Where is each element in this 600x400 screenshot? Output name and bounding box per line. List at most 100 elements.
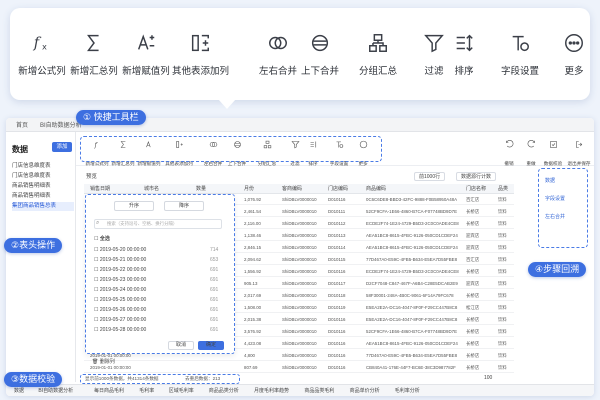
filter-confirm-button[interactable]: 确定 [198,341,224,350]
table-cell: E5EA2E2A-DC16-4047-8F0F-F29CC447B8C8 [366,317,458,322]
filter-value-count: 691 [210,307,219,313]
sheet-tab[interactable]: 月度毛利率趋势 [254,387,289,394]
table-cell: ShiDBLV0000010 [282,245,317,250]
add-assign-column-button[interactable]: 新增赋值列 [118,32,174,79]
filter-value-checkbox[interactable]: ☐ 2019-05-24 00:00:00 [94,287,146,293]
filter-value-label: 2019-05-27 00:00:00 [99,317,147,323]
step-item-data[interactable]: 数据 [545,177,555,184]
col-store-name[interactable]: 门店名称 [466,185,486,192]
table-cell: 52CF9CFA-1E66-4860-B7CA-F07748BD9D7E [366,329,458,334]
page-size-select[interactable]: 100 [484,375,492,381]
col-city[interactable]: 城市名 [144,185,159,192]
table-cell: 1,138.46 [244,233,262,238]
exit-save-label: 退出并保存 [567,161,591,166]
filter-search-input[interactable]: 搜索（支持逗号、空格、换行分隔） [94,219,222,229]
col-quantity[interactable]: 数量 [196,185,206,192]
table-cell: ShiDBLV0000010 [282,221,317,226]
table-cell: 58F30001-248A-4B0C-9061-6F14A79FC678 [366,293,454,298]
fx-icon: fx [33,35,47,52]
filter-cancel-button[interactable]: 取消 [168,341,194,350]
add-formula-column-button[interactable]: fx 新增公式列 [14,32,70,79]
sheet-tab[interactable]: 毛利率分析 [395,387,420,394]
filter-value-checkbox[interactable]: ☐ 2019-05-26 00:00:00 [94,307,146,313]
tab-home[interactable]: 首页 [16,120,28,129]
sidebar-item-store-dim-1[interactable]: 门店信息维度表 [12,162,74,171]
sidebar-item-store-dim-2[interactable]: 门店信息维度表 [12,172,74,181]
filter-value-label: 2019-05-25 00:00:00 [99,297,147,303]
sidebar-item-sales-detail-1[interactable]: 商品销售明细表 [12,182,74,191]
sheet-tab[interactable]: 毛利率 [139,387,154,394]
table-row[interactable]: 2019-01-01 00:00:00 807.69 ShiDBLV0000010 D… [84,363,514,373]
col-product-code[interactable]: 商品编码 [366,185,386,192]
sheet-tab[interactable]: 商品品类毛利 [304,387,334,394]
filter-value-checkbox[interactable]: ☐ 2019-05-20 00:00:00 [94,247,146,253]
table-cell: ShiDBLV0000010 [282,341,317,346]
table-cell: 长桥店 [466,353,480,358]
more-button[interactable]: 更多 [546,32,600,79]
remove-column-button[interactable]: 🗑 删除列 [92,358,115,365]
col-category[interactable]: 品类 [498,185,508,192]
table-cell: 饮料 [498,233,507,238]
col-month[interactable]: 月份 [244,185,254,192]
preview-count-select[interactable]: 前1000行 [414,172,446,181]
search-icon: ⌕ [96,220,100,226]
sidebar-add-button[interactable]: 添加 [52,142,72,152]
sort-desc-button[interactable]: 降序 [164,201,204,211]
table-cell: ShiDBLV0000010 [282,197,317,202]
sheet-tab[interactable]: 数据 [14,387,24,394]
assign-icon [137,34,155,50]
table-cell: 饮料 [498,305,507,310]
add-column-from-other-table-label: 其他表添加列 [172,66,230,77]
table-cell: D2CF7048-C847-467F-A6B4-C28E5DCAB2E9 [366,281,458,286]
table-cell: 2019-01-01 00:00:00 [90,365,131,370]
sheet-tab[interactable]: 区域毛利率 [169,387,194,394]
table-cell: 1,556.92 [244,269,262,274]
table-cell: D010112 [328,221,346,226]
col-sales-date[interactable]: 销售日期 [90,185,110,192]
sheet-tab[interactable]: 每日商品毛利 [94,387,124,394]
exit-save-icon [575,141,582,148]
sheet-tab[interactable]: 商品单价分析 [350,387,380,394]
table-cell: 百汇店 [466,197,480,202]
sheet-tab[interactable]: 商品品类分析 [209,387,239,394]
add-summary-column-button[interactable]: 新增汇总列 [66,32,122,79]
table-cell: 饮料 [498,281,507,286]
step-item-merge[interactable]: 左右合并 [545,213,565,220]
tab-bi-analysis[interactable]: BI自助数据分析 [40,120,82,129]
remove-column-label: 删除列 [99,359,115,365]
more-label: 更多 [564,66,584,77]
table-cell: 长桥店 [466,269,480,274]
merge-top-bottom-button[interactable]: 上下合并 [292,32,348,79]
col-customer-code[interactable]: 客商编码 [282,185,302,192]
sort-button[interactable]: 排序 [436,32,492,79]
select-all-checkbox[interactable]: ☐ 全选 [94,235,110,242]
sheet-tab[interactable]: BI自助数据分析 [38,387,73,394]
sort-asc-button[interactable]: 升序 [114,201,154,211]
col-store-code[interactable]: 门店编码 [328,185,348,192]
filter-value-checkbox[interactable]: ☐ 2019-05-28 00:00:00 [94,327,146,333]
row-count-filter[interactable]: 数据源行计数 [456,172,497,181]
group-summary-button[interactable]: 分组汇总 [350,32,406,79]
table-cell: 饮料 [498,341,507,346]
table-cell: 1,076.92 [244,197,262,202]
undo-label: 撤销 [504,161,514,166]
sidebar-item-sales-detail-2[interactable]: 商品销售明细表 [12,192,74,201]
table-cell: 2,461.54 [244,209,262,214]
filter-value-checkbox[interactable]: ☐ 2019-05-21 00:00:00 [94,257,146,263]
filter-value-checkbox[interactable]: ☐ 2019-05-22 00:00:00 [94,267,146,273]
table-cell: 迎宾店 [466,233,480,238]
filter-value-label: 2019-05-24 00:00:00 [99,287,147,293]
add-column-from-other-table-button[interactable]: 其他表添加列 [172,32,230,79]
filter-value-checkbox[interactable]: ☐ 2019-05-25 00:00:00 [94,297,146,303]
table-cell: 饮料 [498,269,507,274]
field-settings-button[interactable]: 字段设置 [492,32,548,79]
step-item-field-settings[interactable]: 字段设置 [545,195,565,202]
filter-value-label: 2019-05-28 00:00:00 [99,327,147,333]
exit-save-button[interactable]: 退出并保存 [564,140,594,170]
filter-value-checkbox[interactable]: ☐ 2019-05-23 00:00:00 [94,277,146,283]
table-cell: AEA51BC8-8615-4FBC-9126-050CD1CDEF24 [366,341,458,346]
filter-value-checkbox[interactable]: ☐ 2019-05-27 00:00:00 [94,317,146,323]
svg-text:x: x [42,41,47,51]
table-cell: 长桥店 [466,329,480,334]
sidebar-item-group-sales[interactable]: 集团商品销售总表 [12,202,74,211]
